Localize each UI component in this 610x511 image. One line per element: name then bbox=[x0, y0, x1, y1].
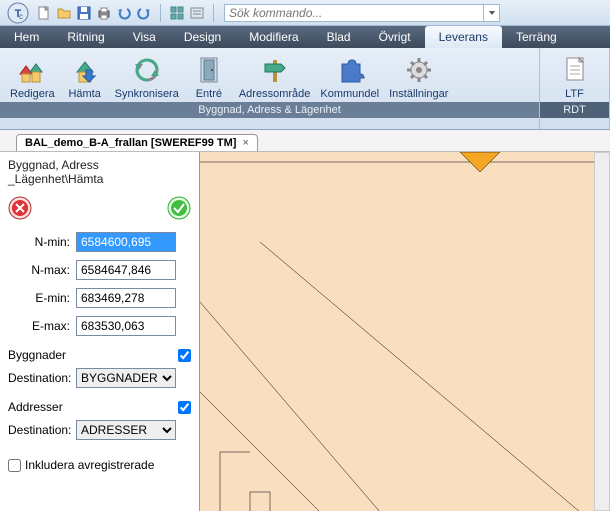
app-menu-button[interactable]: Tc bbox=[4, 2, 32, 24]
print-icon[interactable] bbox=[96, 5, 112, 21]
ribbon-entre[interactable]: Entré bbox=[185, 52, 233, 102]
ribbon-group-title: Byggnad, Adress & Lägenhet bbox=[0, 102, 539, 118]
toolbar-divider bbox=[213, 4, 214, 22]
destination2-label: Destination: bbox=[8, 423, 70, 437]
breadcrumb: Byggnad, Adress _Lägenhet\Hämta bbox=[8, 156, 191, 192]
svg-text:c: c bbox=[19, 12, 23, 21]
tool-icon[interactable] bbox=[189, 5, 205, 21]
ribbon-redigera[interactable]: Redigera bbox=[6, 52, 59, 102]
open-folder-icon[interactable] bbox=[56, 5, 72, 21]
toolbar-divider bbox=[160, 4, 161, 22]
door-icon bbox=[193, 54, 225, 86]
workspace-icon[interactable] bbox=[169, 5, 185, 21]
nmax-label: N-max: bbox=[8, 263, 70, 277]
menu-modifiera[interactable]: Modifiera bbox=[235, 26, 312, 48]
ribbon-ltf[interactable]: LTF bbox=[551, 52, 599, 102]
menu-terrang[interactable]: Terräng bbox=[502, 26, 571, 48]
ribbon-label: Redigera bbox=[10, 88, 55, 100]
house-download-icon bbox=[69, 54, 101, 86]
emax-input[interactable] bbox=[76, 316, 176, 336]
ribbon-label: Entré bbox=[196, 88, 222, 100]
document-icon bbox=[559, 54, 591, 86]
addresser-label: Addresser bbox=[8, 400, 63, 414]
destination1-select[interactable]: BYGGNADER bbox=[76, 368, 176, 388]
emin-input[interactable] bbox=[76, 288, 176, 308]
menu-ritning[interactable]: Ritning bbox=[53, 26, 118, 48]
main-menu: Hem Ritning Visa Design Modifiera Blad Ö… bbox=[0, 26, 610, 48]
emax-label: E-max: bbox=[8, 319, 70, 333]
ribbon-label: Inställningar bbox=[389, 88, 448, 100]
close-tab-icon[interactable]: × bbox=[242, 137, 248, 149]
ribbon-label: Kommundel bbox=[320, 88, 379, 100]
document-tab-bar: BAL_demo_B-A_frallan [SWEREF99 TM] × bbox=[0, 130, 610, 152]
addresser-checkbox[interactable] bbox=[178, 401, 191, 414]
byggnader-checkbox[interactable] bbox=[178, 349, 191, 362]
cancel-button[interactable] bbox=[8, 196, 32, 220]
vertical-scrollbar[interactable] bbox=[594, 152, 610, 511]
gear-icon bbox=[403, 54, 435, 86]
undo-icon[interactable] bbox=[116, 5, 132, 21]
sync-icon bbox=[131, 54, 163, 86]
new-file-icon[interactable] bbox=[36, 5, 52, 21]
ribbon-group-title: RDT bbox=[540, 102, 609, 118]
ribbon: Redigera Hämta Synkronisera Entré Adress… bbox=[0, 48, 610, 130]
menu-hem[interactable]: Hem bbox=[0, 26, 53, 48]
quick-access-toolbar: Tc bbox=[0, 0, 610, 26]
ribbon-label: Synkronisera bbox=[115, 88, 179, 100]
ribbon-synkronisera[interactable]: Synkronisera bbox=[111, 52, 183, 102]
nmin-input[interactable] bbox=[76, 232, 176, 252]
ribbon-label: Adressområde bbox=[239, 88, 311, 100]
ribbon-installningar[interactable]: Inställningar bbox=[385, 52, 452, 102]
ribbon-kommundel[interactable]: Kommundel bbox=[316, 52, 383, 102]
include-deregistered-checkbox[interactable] bbox=[8, 459, 21, 472]
byggnader-label: Byggnader bbox=[8, 348, 66, 362]
drawing-canvas[interactable] bbox=[200, 152, 610, 511]
command-search-input[interactable] bbox=[224, 4, 484, 22]
redo-icon[interactable] bbox=[136, 5, 152, 21]
menu-visa[interactable]: Visa bbox=[119, 26, 170, 48]
menu-blad[interactable]: Blad bbox=[313, 26, 365, 48]
houses-edit-icon bbox=[16, 54, 48, 86]
document-tab[interactable]: BAL_demo_B-A_frallan [SWEREF99 TM] × bbox=[16, 134, 258, 151]
nmax-input[interactable] bbox=[76, 260, 176, 280]
save-icon[interactable] bbox=[76, 5, 92, 21]
nmin-label: N-min: bbox=[8, 235, 70, 249]
emin-label: E-min: bbox=[8, 291, 70, 305]
puzzle-icon bbox=[334, 54, 366, 86]
menu-ovrigt[interactable]: Övrigt bbox=[365, 26, 425, 48]
menu-leverans[interactable]: Leverans bbox=[425, 26, 502, 48]
signpost-icon bbox=[259, 54, 291, 86]
confirm-button[interactable] bbox=[167, 196, 191, 220]
ribbon-label: Hämta bbox=[68, 88, 100, 100]
include-deregistered-label: Inkludera avregistrerade bbox=[25, 458, 154, 472]
ribbon-adressomrade[interactable]: Adressområde bbox=[235, 52, 315, 102]
ribbon-label: LTF bbox=[565, 88, 584, 100]
search-dropdown-button[interactable] bbox=[484, 4, 500, 22]
side-panel: Byggnad, Adress _Lägenhet\Hämta N-min: N… bbox=[0, 152, 200, 511]
destination1-label: Destination: bbox=[8, 371, 70, 385]
document-tab-label: BAL_demo_B-A_frallan [SWEREF99 TM] bbox=[25, 137, 236, 149]
destination2-select[interactable]: ADRESSER bbox=[76, 420, 176, 440]
menu-design[interactable]: Design bbox=[170, 26, 235, 48]
ribbon-hamta[interactable]: Hämta bbox=[61, 52, 109, 102]
